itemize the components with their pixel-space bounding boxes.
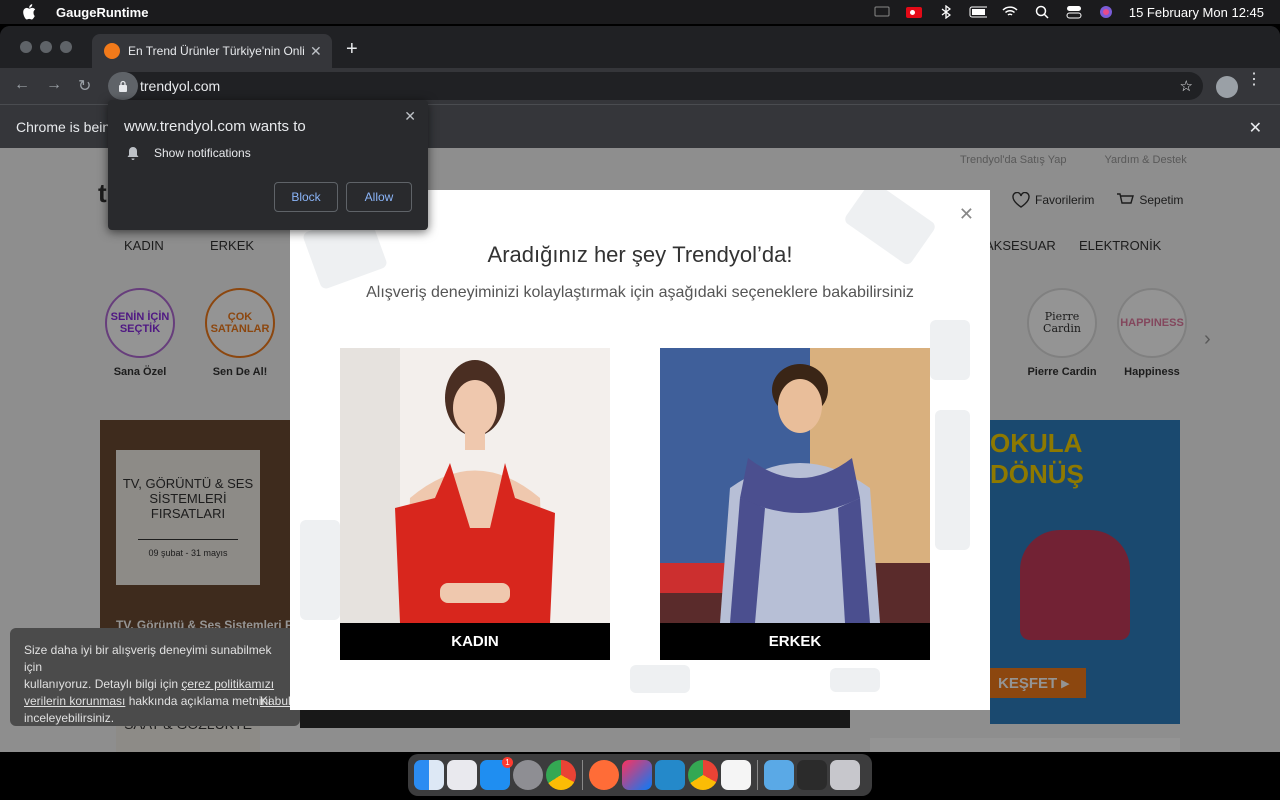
brand-text: Trendyol’da! (672, 242, 793, 267)
decor-shorts (300, 520, 340, 620)
prompt-origin: www.trendyol.com wants to (124, 118, 306, 135)
url-text[interactable]: trendyol.com (140, 78, 220, 94)
turkish-flag-icon[interactable] (905, 5, 923, 19)
window-controls (20, 41, 72, 53)
cookie-accept-link[interactable]: Kabul (260, 693, 291, 710)
display-icon[interactable] (873, 5, 891, 19)
browser-tab[interactable]: En Trend Ürünler Türkiye'nin Online Alış… (92, 34, 332, 68)
tab-strip: En Trend Ürünler Türkiye'nin Online Alış… (0, 26, 1280, 68)
reload-icon[interactable]: ↻ (78, 76, 91, 96)
vscode-icon[interactable] (655, 760, 685, 790)
modal-subtitle: Alışveriş deneyiminizi kolaylaştırmak iç… (366, 284, 914, 301)
cookie-line-4: inceleyebilirsiniz. Kabul (24, 694, 291, 725)
decor-tube (630, 665, 690, 693)
new-tab-icon[interactable]: + (346, 38, 358, 61)
control-center-icon[interactable] (1065, 5, 1083, 19)
battery-icon[interactable] (969, 5, 987, 19)
chrome-menu-icon[interactable]: ⋮ (1246, 72, 1262, 88)
back-icon[interactable]: ← (14, 76, 30, 94)
erkek-label: ERKEK (660, 623, 930, 660)
address-bar[interactable]: trendyol.com ☆ (108, 72, 1203, 100)
woman-photo (340, 348, 610, 623)
spotlight-search-icon[interactable] (1033, 5, 1051, 19)
dock-separator (582, 760, 583, 790)
bell-icon (127, 147, 139, 160)
notification-permission-prompt: www.trendyol.com wants to ✕ Show notific… (108, 100, 428, 230)
close-tab-icon[interactable]: ✕ (310, 43, 322, 60)
modal-title: Aradığınız her şey Trendyol’da! (487, 242, 793, 267)
kadin-option[interactable]: KADIN (340, 348, 610, 660)
terminal-icon[interactable] (797, 760, 827, 790)
profile-avatar-icon[interactable] (1216, 76, 1238, 98)
chrome-icon[interactable] (688, 760, 718, 790)
gender-select-modal: ✕ Aradığınız her şey Trendyol’da! Alışve… (290, 190, 990, 710)
wifi-icon[interactable] (1001, 5, 1019, 19)
block-button[interactable]: Block (274, 182, 338, 212)
cookie-line-3: verilerin korunması hakkında açıklama me… (24, 694, 271, 708)
app-store-badge: 1 (502, 757, 513, 768)
lock-icon[interactable] (108, 72, 138, 100)
siri-icon[interactable] (1097, 5, 1115, 19)
data-protection-link[interactable]: verilerin korunması (24, 694, 125, 708)
minimize-window-button[interactable] (40, 41, 52, 53)
close-infobar-icon[interactable]: ✕ (1249, 118, 1262, 138)
decor-shoe (935, 410, 970, 550)
cookie-line-1: Size daha iyi bir alışveriş deneyimi sun… (24, 643, 272, 674)
trash-icon[interactable] (830, 760, 860, 790)
app-name[interactable]: GaugeRuntime (56, 5, 148, 20)
close-modal-icon[interactable]: ✕ (959, 204, 974, 225)
menu-bar: GaugeRuntime 15 February Mon 12:45 (0, 0, 1280, 24)
decor-belt (930, 320, 970, 380)
postman-icon[interactable] (589, 760, 619, 790)
trendyol-favicon-icon (104, 43, 120, 59)
downloads-folder-icon[interactable] (764, 760, 794, 790)
zoom-window-button[interactable] (60, 41, 72, 53)
forward-icon[interactable]: → (46, 76, 62, 94)
launchpad-icon[interactable] (447, 760, 477, 790)
man-photo (660, 348, 930, 623)
prompt-permission-text: Show notifications (154, 146, 251, 160)
close-window-button[interactable] (20, 41, 32, 53)
kadin-label: KADIN (340, 623, 610, 660)
bookmark-star-icon[interactable]: ☆ (1180, 77, 1193, 95)
dock: 1 (408, 754, 872, 796)
java-icon[interactable] (721, 760, 751, 790)
cookie-policy-link[interactable]: çerez politikamızı (181, 677, 274, 691)
chrome-icon[interactable] (546, 760, 576, 790)
close-prompt-icon[interactable]: ✕ (404, 108, 416, 125)
finder-icon[interactable] (414, 760, 444, 790)
app-store-icon[interactable]: 1 (480, 757, 513, 790)
allow-button[interactable]: Allow (346, 182, 412, 212)
tab-title: En Trend Ürünler Türkiye'nin Online Alış… (128, 44, 304, 58)
prompt-permission-row: Show notifications (126, 146, 251, 160)
cookie-notice: Size daha iyi bir alışveriş deneyimi sun… (10, 628, 300, 726)
bluetooth-icon[interactable] (937, 5, 955, 19)
dock-separator (757, 760, 758, 790)
clock-text[interactable]: 15 February Mon 12:45 (1129, 5, 1264, 20)
decor-bowtie (830, 668, 880, 692)
browser-toolbar: ← → ↻ trendyol.com ☆ ⋮ (0, 68, 1280, 104)
apple-icon[interactable] (22, 4, 36, 20)
intellij-icon[interactable] (622, 760, 652, 790)
erkek-option[interactable]: ERKEK (660, 348, 930, 660)
system-preferences-icon[interactable] (513, 760, 543, 790)
cookie-line-2: kullanıyoruz. Detaylı bilgi için çerez p… (24, 677, 275, 691)
